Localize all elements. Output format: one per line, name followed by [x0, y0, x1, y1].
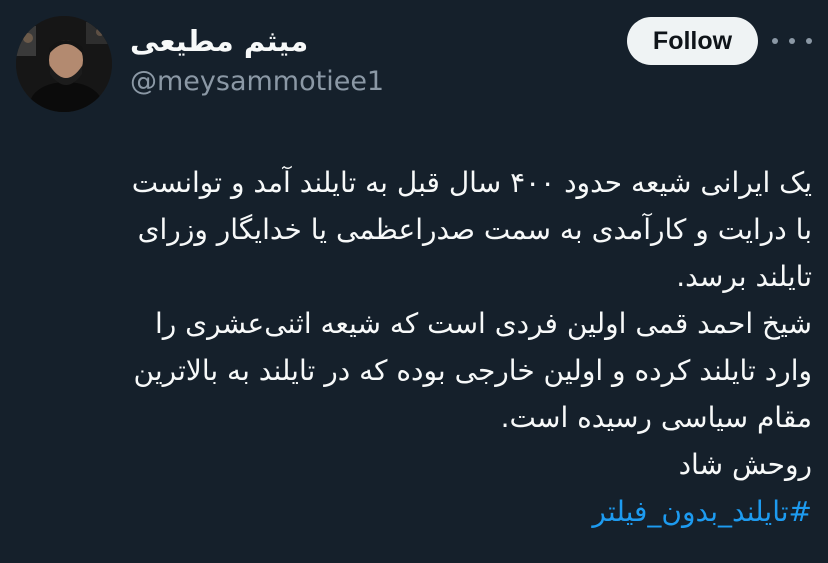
profile-photo — [16, 16, 112, 112]
more-horizontal-icon[interactable] — [772, 29, 812, 53]
tweet-line: مقام سیاسی رسیده است. — [500, 401, 812, 434]
tweet-line: با درایت و کارآمدی به سمت صدراعظمی یا خد… — [137, 213, 812, 246]
hashtag-link[interactable]: #تایلند_بدون_فیلتر — [16, 488, 812, 535]
tweet-line: وارد تایلند کرده و اولین خارجی بوده که د… — [133, 354, 812, 387]
tweet-line: شیخ احمد قمی اولین فردی است که شیعه اثنی… — [154, 307, 812, 340]
tweet-line: تایلند برسد. — [676, 260, 812, 293]
more-dot — [806, 38, 812, 44]
tweet-line: روحش شاد — [678, 448, 812, 481]
follow-button[interactable]: Follow — [627, 17, 758, 65]
tweet-line: یک ایرانی شیعه حدود ۴۰۰ سال قبل به تایلن… — [131, 166, 812, 199]
avatar[interactable] — [16, 16, 112, 112]
display-name[interactable]: میثم مطیعی — [130, 22, 308, 60]
user-handle[interactable]: @meysammotiee1 — [130, 64, 384, 100]
more-dot — [789, 38, 795, 44]
more-dot — [772, 38, 778, 44]
tweet-text: یک ایرانی شیعه حدود ۴۰۰ سال قبل به تایلن… — [16, 159, 812, 535]
